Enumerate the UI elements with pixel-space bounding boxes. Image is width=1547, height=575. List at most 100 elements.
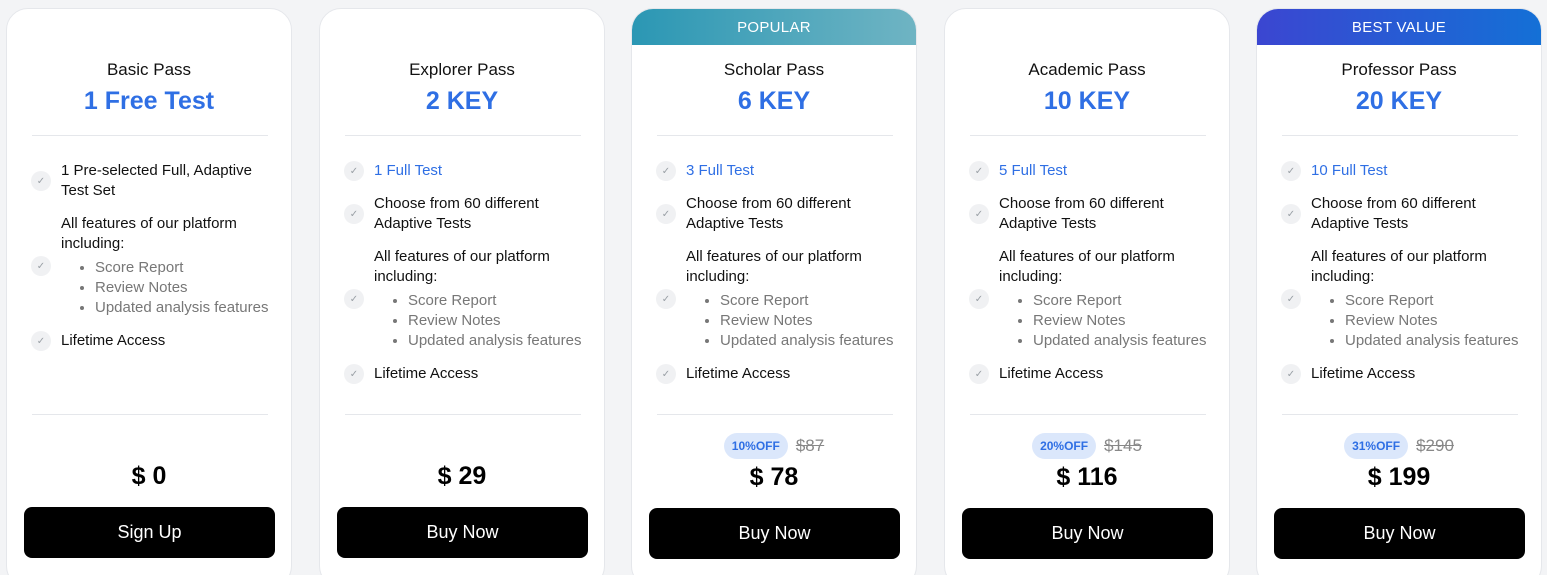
plan-name: Basic Pass — [106, 60, 192, 79]
feature-text: All features of our platform including: — [1311, 248, 1487, 285]
feature-item: ✓ 1 Pre-selected Full, Adaptive Test Set — [31, 161, 271, 201]
price: $ 199 — [1367, 463, 1431, 491]
check-icon: ✓ — [969, 364, 989, 384]
plan-quantity: 2 KEY — [425, 87, 499, 115]
feature-item: ✓ All features of our platform including:… — [969, 247, 1209, 351]
feature-subitem: Updated analysis features — [1033, 331, 1209, 351]
feature-item: ✓ All features of our platform including:… — [1281, 247, 1521, 351]
buy-now-button[interactable]: Buy Now — [337, 507, 588, 558]
original-price: $145 — [1104, 436, 1142, 455]
feature-content: Choose from 60 different Adaptive Tests — [374, 194, 584, 234]
feature-content: Lifetime Access — [1311, 364, 1415, 384]
divider — [1282, 414, 1518, 415]
feature-content: All features of our platform including: S… — [1311, 247, 1521, 351]
discount-badge: 31%OFF — [1344, 433, 1409, 459]
sign-up-button[interactable]: Sign Up — [24, 507, 275, 558]
feature-item: ✓ Lifetime Access — [31, 331, 271, 351]
price: $ 78 — [749, 463, 799, 491]
divider — [657, 414, 893, 415]
plan-card-scholar: POPULAR Scholar Pass 6 KEY ✓ 3 Full Test ✓ Cho… — [631, 8, 917, 575]
feature-text: Lifetime Access — [999, 365, 1104, 382]
price: $ 29 — [437, 462, 487, 490]
plan-card-professor: BEST VALUE Professor Pass 20 KEY ✓ 10 Full T… — [1256, 8, 1542, 575]
price: $ 116 — [1056, 463, 1118, 491]
pricing-plans: Basic Pass 1 Free Test ✓ 1 Pre-selected Ful… — [0, 0, 1547, 575]
best-value-banner: BEST VALUE — [1257, 9, 1541, 45]
check-icon: ✓ — [344, 289, 364, 309]
feature-subitem: Review Notes — [1345, 311, 1521, 331]
feature-text: Lifetime Access — [374, 365, 479, 382]
feature-text: Lifetime Access — [1311, 365, 1416, 382]
feature-text: 5 Full Test — [999, 162, 1068, 179]
divider — [32, 414, 268, 415]
divider — [32, 135, 268, 136]
feature-content: 10 Full Test — [1311, 161, 1387, 181]
check-icon: ✓ — [344, 364, 364, 384]
feature-item: ✓ Lifetime Access — [1281, 364, 1521, 384]
plan-name: Academic Pass — [1028, 60, 1146, 79]
feature-text: 3 Full Test — [686, 162, 755, 179]
feature-content: All features of our platform including: S… — [999, 247, 1209, 351]
feature-subitem: Updated analysis features — [720, 331, 896, 351]
plan-quantity: 6 KEY — [737, 87, 811, 115]
feature-item: ✓ 3 Full Test — [656, 161, 896, 181]
plan-name: Professor Pass — [1341, 60, 1457, 79]
feature-text: 1 Full Test — [374, 162, 443, 179]
feature-subitem: Score Report — [1033, 291, 1209, 311]
popular-banner: POPULAR — [632, 9, 916, 45]
check-icon: ✓ — [1281, 364, 1301, 384]
check-icon: ✓ — [1281, 161, 1301, 181]
feature-item: ✓ Lifetime Access — [344, 364, 584, 384]
check-icon: ✓ — [31, 256, 51, 276]
feature-subitem: Score Report — [1345, 291, 1521, 311]
feature-text: Lifetime Access — [686, 365, 791, 382]
discount-row: 20%OFF $145 — [945, 433, 1229, 459]
plan-card-explorer: Explorer Pass 2 KEY ✓ 1 Full Test ✓ Choose fr… — [319, 8, 605, 575]
plan-quantity: 10 KEY — [1043, 87, 1131, 115]
feature-content: All features of our platform including: S… — [374, 247, 584, 351]
check-icon: ✓ — [656, 289, 676, 309]
feature-item: ✓ All features of our platform including:… — [31, 214, 271, 318]
buy-now-button[interactable]: Buy Now — [1274, 508, 1525, 559]
feature-item: ✓ Lifetime Access — [969, 364, 1209, 384]
feature-subitem: Updated analysis features — [1345, 331, 1521, 351]
check-icon: ✓ — [656, 161, 676, 181]
buy-now-button[interactable]: Buy Now — [649, 508, 900, 559]
check-icon: ✓ — [31, 171, 51, 191]
feature-item: ✓ 1 Full Test — [344, 161, 584, 181]
feature-text: Choose from 60 different Adaptive Tests — [999, 195, 1164, 232]
check-icon: ✓ — [656, 204, 676, 224]
feature-content: 3 Full Test — [686, 161, 754, 181]
check-icon: ✓ — [656, 364, 676, 384]
feature-text: Choose from 60 different Adaptive Tests — [374, 195, 539, 232]
feature-text: Choose from 60 different Adaptive Tests — [1311, 195, 1476, 232]
feature-text: All features of our platform including: — [999, 248, 1175, 285]
feature-content: 1 Pre-selected Full, Adaptive Test Set — [61, 161, 271, 201]
feature-sublist: Score ReportReview NotesUpdated analysis… — [374, 291, 584, 351]
feature-sublist: Score ReportReview NotesUpdated analysis… — [61, 258, 271, 318]
feature-item: ✓ Choose from 60 different Adaptive Tests — [344, 194, 584, 234]
feature-content: Lifetime Access — [999, 364, 1103, 384]
feature-subitem: Score Report — [95, 258, 271, 278]
feature-content: Choose from 60 different Adaptive Tests — [1311, 194, 1521, 234]
feature-list: ✓ 3 Full Test ✓ Choose from 60 different Ad… — [656, 161, 896, 397]
feature-content: 1 Full Test — [374, 161, 442, 181]
feature-subitem: Review Notes — [95, 278, 271, 298]
feature-content: Lifetime Access — [61, 331, 165, 351]
feature-subitem: Score Report — [408, 291, 584, 311]
divider — [970, 414, 1206, 415]
feature-text: All features of our platform including: — [61, 215, 237, 252]
feature-text: All features of our platform including: — [374, 248, 550, 285]
buy-now-button[interactable]: Buy Now — [962, 508, 1213, 559]
discount-badge: 10%OFF — [723, 433, 788, 459]
check-icon: ✓ — [969, 289, 989, 309]
feature-list: ✓ 5 Full Test ✓ Choose from 60 different Ad… — [969, 161, 1209, 397]
feature-item: ✓ All features of our platform including:… — [656, 247, 896, 351]
feature-sublist: Score ReportReview NotesUpdated analysis… — [999, 291, 1209, 351]
feature-text: All features of our platform including: — [686, 248, 862, 285]
discount-row: 31%OFF $290 — [1257, 433, 1541, 459]
divider — [345, 414, 581, 415]
feature-subitem: Score Report — [720, 291, 896, 311]
feature-content: Choose from 60 different Adaptive Tests — [686, 194, 896, 234]
feature-sublist: Score ReportReview NotesUpdated analysis… — [1311, 291, 1521, 351]
